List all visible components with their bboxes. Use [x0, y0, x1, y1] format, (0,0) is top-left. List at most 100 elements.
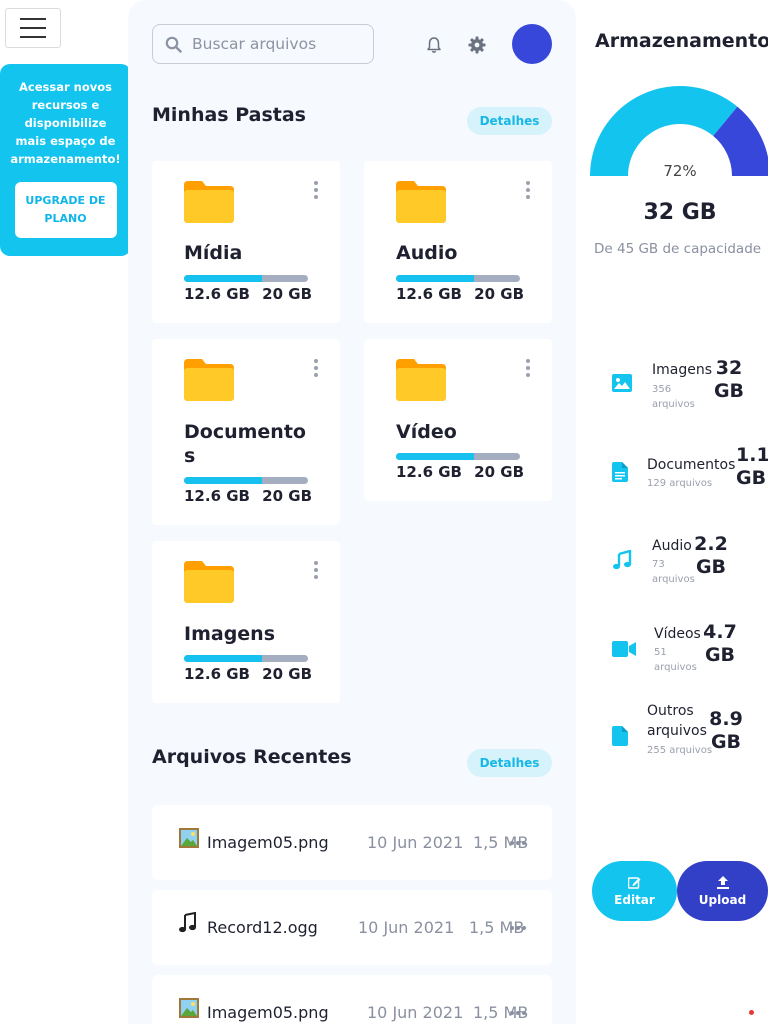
category-count: 255 arquivos — [647, 745, 713, 756]
folder-usage: 12.6 GB 20 GB — [184, 487, 312, 505]
search-input[interactable]: Buscar arquivos — [192, 35, 318, 53]
search-field[interactable]: Buscar arquivos — [152, 24, 374, 64]
folder-options-icon[interactable] — [314, 359, 318, 377]
folder-used: 12.6 GB — [184, 487, 250, 505]
folder-name: Audio — [396, 242, 458, 264]
category-count: 73 arquivos — [652, 559, 695, 585]
folders-details-button[interactable]: Detalhes — [467, 107, 552, 135]
folder-usage: 12.6 GB 20 GB — [396, 463, 524, 481]
folder-total: 20 GB — [262, 285, 312, 303]
file-name: Imagem05.png — [207, 1003, 329, 1022]
file-options-icon[interactable] — [510, 841, 526, 845]
category-size: 2.2 GB — [694, 533, 728, 578]
folders-section-title: Minhas Pastas — [152, 104, 306, 126]
menu-button[interactable] — [5, 8, 61, 48]
bell-icon[interactable] — [426, 36, 442, 54]
folder-card-imagens[interactable]: Imagens 12.6 GB 20 GB — [152, 541, 340, 703]
folder-usage: 12.6 GB 20 GB — [184, 665, 312, 683]
folder-usage-bar — [184, 477, 308, 484]
user-avatar[interactable] — [512, 24, 552, 64]
folder-name: Imagens — [184, 623, 276, 645]
folder-options-icon[interactable] — [526, 359, 530, 377]
upgrade-promo-card: Acessar novos recursos e disponibilize m… — [0, 64, 131, 256]
music-note-icon — [179, 912, 196, 933]
app: Acessar novos recursos e disponibilize m… — [0, 0, 768, 1024]
folder-used: 12.6 GB — [184, 285, 250, 303]
folder-name: Documentos — [184, 421, 306, 467]
folder-card-documentos[interactable]: Documentos 12.6 GB 20 GB — [152, 339, 340, 525]
file-name: Imagem05.png — [207, 833, 329, 852]
category-name: Vídeos — [654, 626, 701, 642]
folder-used: 12.6 GB — [396, 463, 462, 481]
storage-used: 32 GB — [643, 200, 717, 225]
folder-options-icon[interactable] — [526, 181, 530, 199]
edit-button[interactable]: Editar — [592, 861, 677, 921]
folder-icon — [396, 359, 446, 401]
recent-details-button[interactable]: Detalhes — [467, 749, 552, 777]
folder-usage: 12.6 GB 20 GB — [396, 285, 524, 303]
recent-file-row[interactable]: Imagem05.png 10 Jun 2021 1,5 MB — [152, 975, 552, 1024]
folder-usage: 12.6 GB 20 GB — [184, 285, 312, 303]
category-size: 8.9 GB — [709, 708, 743, 753]
file-date: 10 Jun 2021 — [367, 833, 464, 852]
folder-usage-bar — [396, 453, 520, 460]
video-icon — [612, 641, 636, 657]
category-name: Documentos — [647, 457, 736, 473]
folder-used: 12.6 GB — [396, 285, 462, 303]
folder-name: Vídeo — [396, 421, 457, 443]
upgrade-plan-button[interactable]: UPGRADE DE PLANO — [14, 182, 117, 238]
storage-title: Armazenamento — [595, 30, 768, 52]
folder-card-audio[interactable]: Audio 12.6 GB 20 GB — [364, 161, 552, 323]
document-icon — [612, 462, 628, 482]
file-date: 10 Jun 2021 — [367, 1003, 464, 1022]
upload-button[interactable]: Upload — [677, 861, 768, 921]
folder-total: 20 GB — [474, 463, 524, 481]
edit-label: Editar — [614, 892, 655, 907]
upload-label: Upload — [698, 892, 747, 907]
folder-icon — [184, 359, 234, 401]
category-count: 356 arquivos — [652, 384, 695, 410]
folder-total: 20 GB — [262, 665, 312, 683]
category-name: Imagens — [652, 362, 713, 378]
file-icon — [612, 726, 628, 746]
file-options-icon[interactable] — [510, 926, 526, 930]
notification-dot — [749, 1010, 754, 1015]
menu-icon — [20, 18, 46, 20]
folder-card-video[interactable]: Vídeo 12.6 GB 20 GB — [364, 339, 552, 501]
recent-section-title: Arquivos Recentes — [152, 746, 352, 768]
menu-icon-line — [20, 36, 46, 38]
category-size: 1.1 GB — [736, 444, 768, 489]
folder-options-icon[interactable] — [314, 561, 318, 579]
gear-icon[interactable] — [468, 36, 486, 54]
folder-usage-bar — [184, 655, 308, 662]
folder-used: 12.6 GB — [184, 665, 250, 683]
folder-total: 20 GB — [262, 487, 312, 505]
file-name: Record12.ogg — [207, 918, 318, 937]
folder-icon — [396, 181, 446, 223]
folder-card-midia[interactable]: Mídia 12.6 GB 20 GB — [152, 161, 340, 323]
folder-usage-bar — [184, 275, 308, 282]
category-count: 129 arquivos — [647, 478, 713, 489]
category-name: Audio — [652, 538, 692, 554]
recent-file-row[interactable]: Record12.ogg 10 Jun 2021 1,5 MB — [152, 890, 552, 965]
folder-options-icon[interactable] — [314, 181, 318, 199]
folder-usage-bar — [396, 275, 520, 282]
file-options-icon[interactable] — [510, 1011, 526, 1015]
main-panel: Buscar arquivos Minhas Pastas Detalhes M… — [128, 0, 576, 1024]
folder-total: 20 GB — [474, 285, 524, 303]
category-name: Outros arquivos — [647, 703, 707, 739]
folder-icon — [184, 561, 234, 603]
search-icon — [165, 36, 182, 53]
image-file-icon — [179, 998, 199, 1018]
category-size: 4.7 GB — [703, 621, 737, 666]
recent-file-row[interactable]: Imagem05.png 10 Jun 2021 1,5 MB — [152, 805, 552, 880]
menu-icon-line — [20, 27, 46, 29]
file-date: 10 Jun 2021 — [358, 918, 455, 937]
storage-percent: 72% — [663, 162, 697, 180]
edit-icon — [628, 876, 641, 889]
upload-icon — [716, 875, 729, 889]
folder-icon — [184, 181, 234, 223]
category-size: 32 GB — [713, 357, 745, 402]
music-icon — [613, 550, 632, 570]
image-icon — [612, 374, 632, 392]
